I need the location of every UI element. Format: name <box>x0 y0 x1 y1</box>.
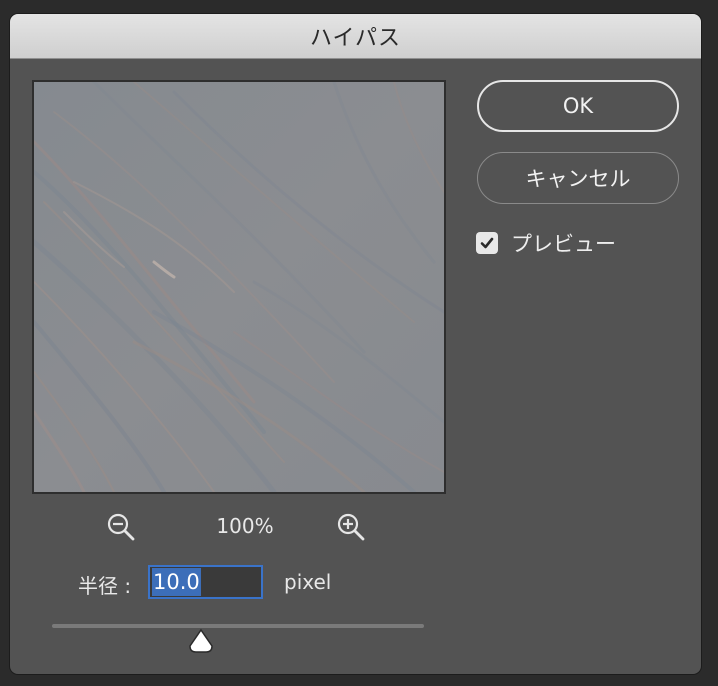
filter-preview-image[interactable] <box>32 80 446 494</box>
radius-unit-label: pixel <box>284 570 332 594</box>
radius-value-selected: 10.0 <box>152 568 201 596</box>
zoom-in-icon[interactable] <box>336 512 366 542</box>
radius-label: 半径 : <box>78 574 132 598</box>
preview-checkbox[interactable] <box>476 232 498 254</box>
radius-input[interactable]: 10.0 <box>148 565 263 599</box>
ok-button[interactable]: OK <box>477 80 679 132</box>
radius-row: 半径 : 10.0 pixel <box>78 565 398 601</box>
cancel-button[interactable]: キャンセル <box>477 152 679 204</box>
dialog-title: ハイパス <box>309 26 402 51</box>
dialog-titlebar[interactable]: ハイパス <box>10 14 701 59</box>
zoom-controls: 100% <box>106 512 376 542</box>
preview-toggle[interactable]: プレビュー <box>476 230 616 256</box>
preview-checkbox-label: プレビュー <box>511 232 616 256</box>
radius-slider-track[interactable] <box>52 624 424 628</box>
zoom-level-readout: 100% <box>216 514 274 538</box>
checkmark-icon <box>480 237 494 249</box>
preview-texture <box>34 82 444 492</box>
radius-slider-thumb[interactable] <box>188 628 214 654</box>
high-pass-dialog: ハイパス 100% 半径: 10.0 pixel OK キャンセル プレビュー <box>10 14 701 674</box>
zoom-out-icon[interactable] <box>106 512 136 542</box>
